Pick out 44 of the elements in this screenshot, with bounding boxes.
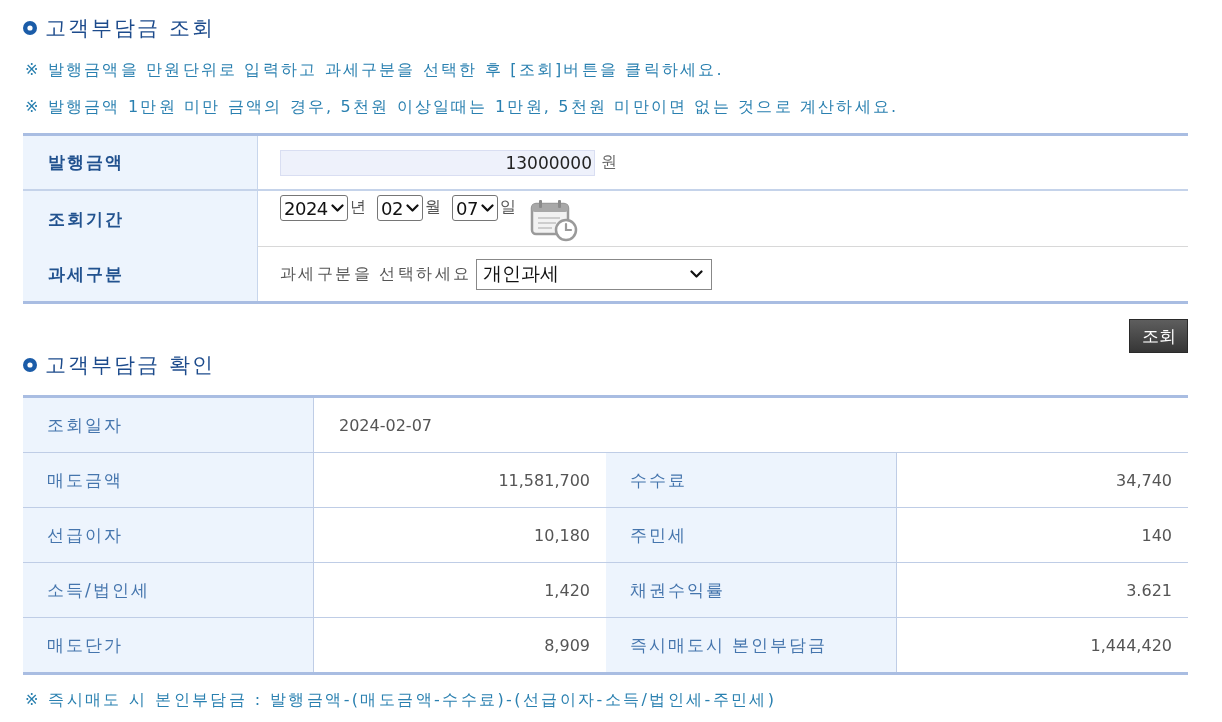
- chevron-down-icon: [331, 204, 344, 212]
- field-label: 조회기간: [23, 191, 257, 247]
- date-select[interactable]: 07: [452, 195, 498, 221]
- row-label: 매도금액: [23, 453, 314, 507]
- row-label: 조회일자: [23, 398, 314, 452]
- date-select[interactable]: 2024: [280, 195, 348, 221]
- date-unit-label: 년: [350, 196, 366, 218]
- chevron-down-icon: [406, 204, 419, 212]
- chevron-down-icon: [689, 270, 703, 278]
- chevron-down-icon: [481, 204, 494, 212]
- table-cell-text: 34,740: [1115, 469, 1173, 492]
- bullet-icon: [23, 358, 37, 372]
- calendar-clock-icon[interactable]: [530, 199, 578, 242]
- field-prompt: 과세구분을 선택하세요: [280, 263, 472, 285]
- row-label: 수수료: [606, 453, 897, 507]
- instruction-note: ※ 발행금액을 만원단위로 입력하고 과세구분을 선택한 후 [조회]버튼을 클릭하세요.: [24, 59, 725, 81]
- field-label: 발행금액: [23, 136, 257, 189]
- table-cell-text: 1,444,420: [1089, 634, 1173, 657]
- unit-label: 원: [601, 152, 617, 173]
- row-label: 소득/법인세: [23, 563, 314, 617]
- bullet-icon: [23, 21, 37, 35]
- tax-type-select[interactable]: 개인과세: [475, 258, 712, 290]
- date-unit-label: 일: [500, 196, 516, 218]
- row-label: 즉시매도시 본인부담금: [606, 618, 897, 672]
- search-button[interactable]: 조회: [1129, 319, 1188, 353]
- table-cell-text: 1,420: [543, 579, 591, 602]
- amount-field[interactable]: 13000000: [280, 149, 595, 176]
- table-cell-text: 2024-02-07: [338, 414, 433, 437]
- field-label: 과세구분: [23, 247, 257, 301]
- row-label: 채권수익률: [606, 563, 897, 617]
- table-cell-text: 8,909: [543, 634, 591, 657]
- table-cell-text: 140: [1140, 524, 1173, 547]
- section-title: 고객부담금 조회: [45, 15, 215, 42]
- instruction-note: ※ 발행금액 1만원 미만 금액의 경우, 5천원 이상일때는 1만원, 5천원 미만이면 없는 것으로 계산하세요.: [24, 96, 900, 118]
- table-cell-text: 3.621: [1125, 579, 1173, 602]
- row-label: 주민세: [606, 508, 897, 562]
- date-select[interactable]: 02: [377, 195, 423, 221]
- formula-note: ※ 즉시매도 시 본인부담금 : 발행금액-(매도금액-수수료)-(선급이자-소득/법인세-주민세): [24, 689, 778, 711]
- row-label: 선급이자: [23, 508, 314, 562]
- date-unit-label: 월: [425, 196, 441, 218]
- table-cell-text: 11,581,700: [497, 469, 591, 492]
- row-label: 매도단가: [23, 618, 314, 672]
- section-title: 고객부담금 확인: [45, 352, 215, 379]
- table-cell-text: 10,180: [533, 524, 591, 547]
